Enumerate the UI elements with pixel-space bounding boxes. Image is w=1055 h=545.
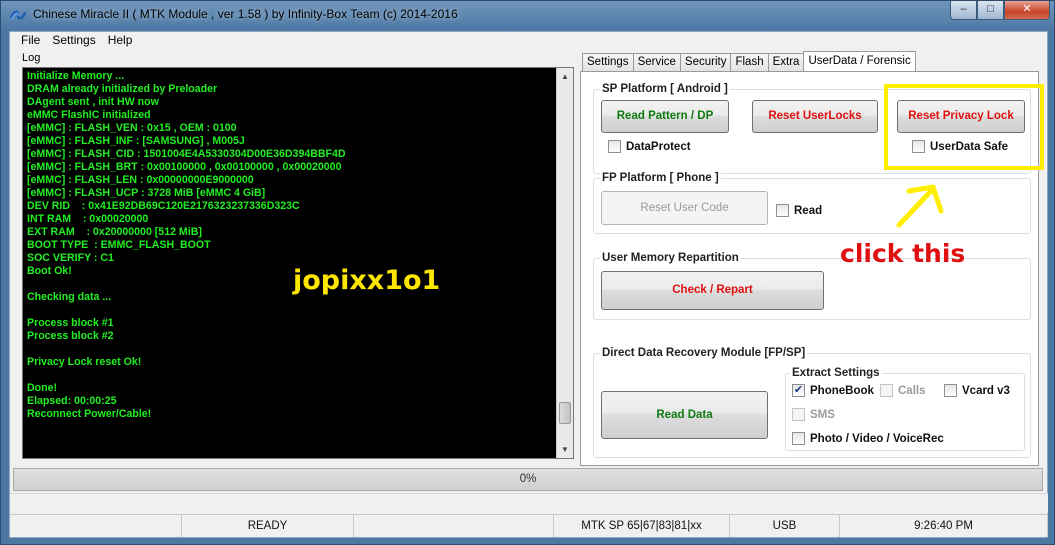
tab-flash[interactable]: Flash <box>730 53 769 71</box>
maximize-button[interactable]: □ <box>977 1 1004 20</box>
checkbox-box <box>776 204 789 217</box>
log-line: Process block #1 <box>27 317 114 329</box>
status-time: 9:26:40 PM <box>840 515 1048 537</box>
log-console[interactable]: Initialize Memory ... DRAM already initia… <box>22 67 574 459</box>
log-line: Checking data ... <box>27 291 112 303</box>
log-line: [eMMC] : FLASH_INF : [SAMSUNG] , M005J <box>27 135 245 147</box>
log-line: INT RAM : 0x00020000 <box>27 213 149 225</box>
title-bar[interactable]: Chinese Miracle II ( MTK Module , ver 1.… <box>1 1 1055 29</box>
progress-bar: 0% <box>13 468 1043 491</box>
vcard-label: Vcard v3 <box>962 384 1010 397</box>
log-line: Done! <box>27 382 58 394</box>
log-line: Privacy Lock reset Ok! <box>27 356 142 368</box>
minimize-button[interactable]: – <box>950 1 977 20</box>
tab-security[interactable]: Security <box>679 53 732 71</box>
tab-userdata-forensic[interactable]: UserData / Forensic <box>803 51 916 71</box>
status-port: USB <box>730 515 840 537</box>
scroll-down-icon[interactable]: ▼ <box>557 441 573 458</box>
log-line: DAgent sent , init HW now <box>27 96 159 108</box>
tab-settings[interactable]: Settings <box>582 53 634 71</box>
log-label: Log <box>22 52 41 64</box>
check-repart-button[interactable]: Check / Repart <box>601 271 824 310</box>
app-logo-icon <box>9 10 27 20</box>
tab-extra[interactable]: Extra <box>767 53 805 71</box>
log-line: DEV RID : 0x41E92DB69C120E2176323237336D… <box>27 200 300 212</box>
phonebook-checkbox[interactable]: ✔ PhoneBook <box>792 384 874 397</box>
ddr-module-title: Direct Data Recovery Module [FP/SP] <box>600 347 808 359</box>
menu-settings[interactable]: Settings <box>47 32 100 50</box>
log-line: eMMC FlashIC initialized <box>27 109 151 121</box>
log-line: Elapsed: 00:00:25 <box>27 395 117 407</box>
dataprotect-label: DataProtect <box>626 140 691 153</box>
scroll-up-icon[interactable]: ▲ <box>557 68 573 85</box>
highlight-box <box>884 84 1044 170</box>
log-line: Process block #2 <box>27 330 114 342</box>
checkbox-box <box>608 140 621 153</box>
scroll-thumb[interactable] <box>559 402 571 424</box>
calls-label: Calls <box>898 384 926 397</box>
checkbox-box <box>792 432 805 445</box>
tab-strip: Settings Service Security Flash Extra Us… <box>582 51 916 71</box>
arrow-icon <box>896 184 944 228</box>
user-memory-title: User Memory Repartition <box>600 252 741 264</box>
dataprotect-checkbox[interactable]: DataProtect <box>608 140 691 153</box>
log-line: SOC VERIFY : C1 <box>27 252 114 264</box>
extract-settings-title: Extract Settings <box>790 367 882 379</box>
menu-bar: File Settings Help <box>10 32 1047 50</box>
reset-userlocks-button[interactable]: Reset UserLocks <box>752 100 878 133</box>
window-controls: – □ ✕ <box>950 1 1050 20</box>
log-text: Initialize Memory ... DRAM already initia… <box>27 70 547 421</box>
checkmark-icon: ✔ <box>792 384 805 397</box>
log-line: [eMMC] : FLASH_UCP : 3728 MiB [eMMC 4 Gi… <box>27 187 266 199</box>
app-window: Chinese Miracle II ( MTK Module , ver 1.… <box>0 0 1055 545</box>
status-state: READY <box>182 515 354 537</box>
sms-label: SMS <box>810 408 835 421</box>
read-checkbox[interactable]: Read <box>776 204 822 217</box>
info-strip <box>10 493 1048 513</box>
close-button[interactable]: ✕ <box>1004 1 1050 20</box>
read-label: Read <box>794 204 823 217</box>
sp-platform-title: SP Platform [ Android ] <box>600 83 730 95</box>
log-line: [eMMC] : FLASH_LEN : 0x00000000E9000000 <box>27 174 254 186</box>
window-title: Chinese Miracle II ( MTK Module , ver 1.… <box>33 7 458 21</box>
menu-help[interactable]: Help <box>103 32 138 50</box>
status-protocol: MTK SP 65|67|83|81|xx <box>554 515 730 537</box>
reset-user-code-button[interactable]: Reset User Code <box>601 191 768 225</box>
status-cell-empty <box>10 515 182 537</box>
checkbox-box <box>792 408 805 421</box>
click-this-annotation: click this <box>840 239 966 268</box>
photo-video-checkbox[interactable]: Photo / Video / VoiceRec <box>792 432 944 445</box>
watermark-text: jopixx1o1 <box>293 265 441 296</box>
log-line: [eMMC] : FLASH_BRT : 0x00100000 , 0x0010… <box>27 161 342 173</box>
log-line: DRAM already initialized by Preloader <box>27 83 218 95</box>
menu-file[interactable]: File <box>16 32 45 50</box>
photo-video-label: Photo / Video / VoiceRec <box>810 432 944 445</box>
log-line: EXT RAM : 0x20000000 [512 MiB] <box>27 226 202 238</box>
fp-platform-title: FP Platform [ Phone ] <box>600 172 721 184</box>
log-line: Reconnect Power/Cable! <box>27 408 152 420</box>
read-data-button[interactable]: Read Data <box>601 391 768 439</box>
checkbox-box <box>944 384 957 397</box>
log-line: [eMMC] : FLASH_VEN : 0x15 , OEM : 0100 <box>27 122 237 134</box>
status-empty-2 <box>354 515 554 537</box>
read-pattern-button[interactable]: Read Pattern / DP <box>601 100 729 133</box>
calls-checkbox[interactable]: Calls <box>880 384 926 397</box>
phonebook-label: PhoneBook <box>810 384 874 397</box>
tab-service[interactable]: Service <box>632 53 681 71</box>
log-scrollbar[interactable]: ▲ ▼ <box>556 68 573 458</box>
checkbox-box <box>880 384 893 397</box>
sms-checkbox[interactable]: SMS <box>792 408 835 421</box>
vcard-checkbox[interactable]: Vcard v3 <box>944 384 1010 397</box>
log-line: [eMMC] : FLASH_CID : 1501004E4A5330304D0… <box>27 148 346 160</box>
log-line: Initialize Memory ... <box>27 70 125 82</box>
log-line: Boot Ok! <box>27 265 72 277</box>
log-line: BOOT TYPE : EMMC_FLASH_BOOT <box>27 239 211 251</box>
status-bar: READY MTK SP 65|67|83|81|xx USB 9:26:40 … <box>10 514 1048 537</box>
